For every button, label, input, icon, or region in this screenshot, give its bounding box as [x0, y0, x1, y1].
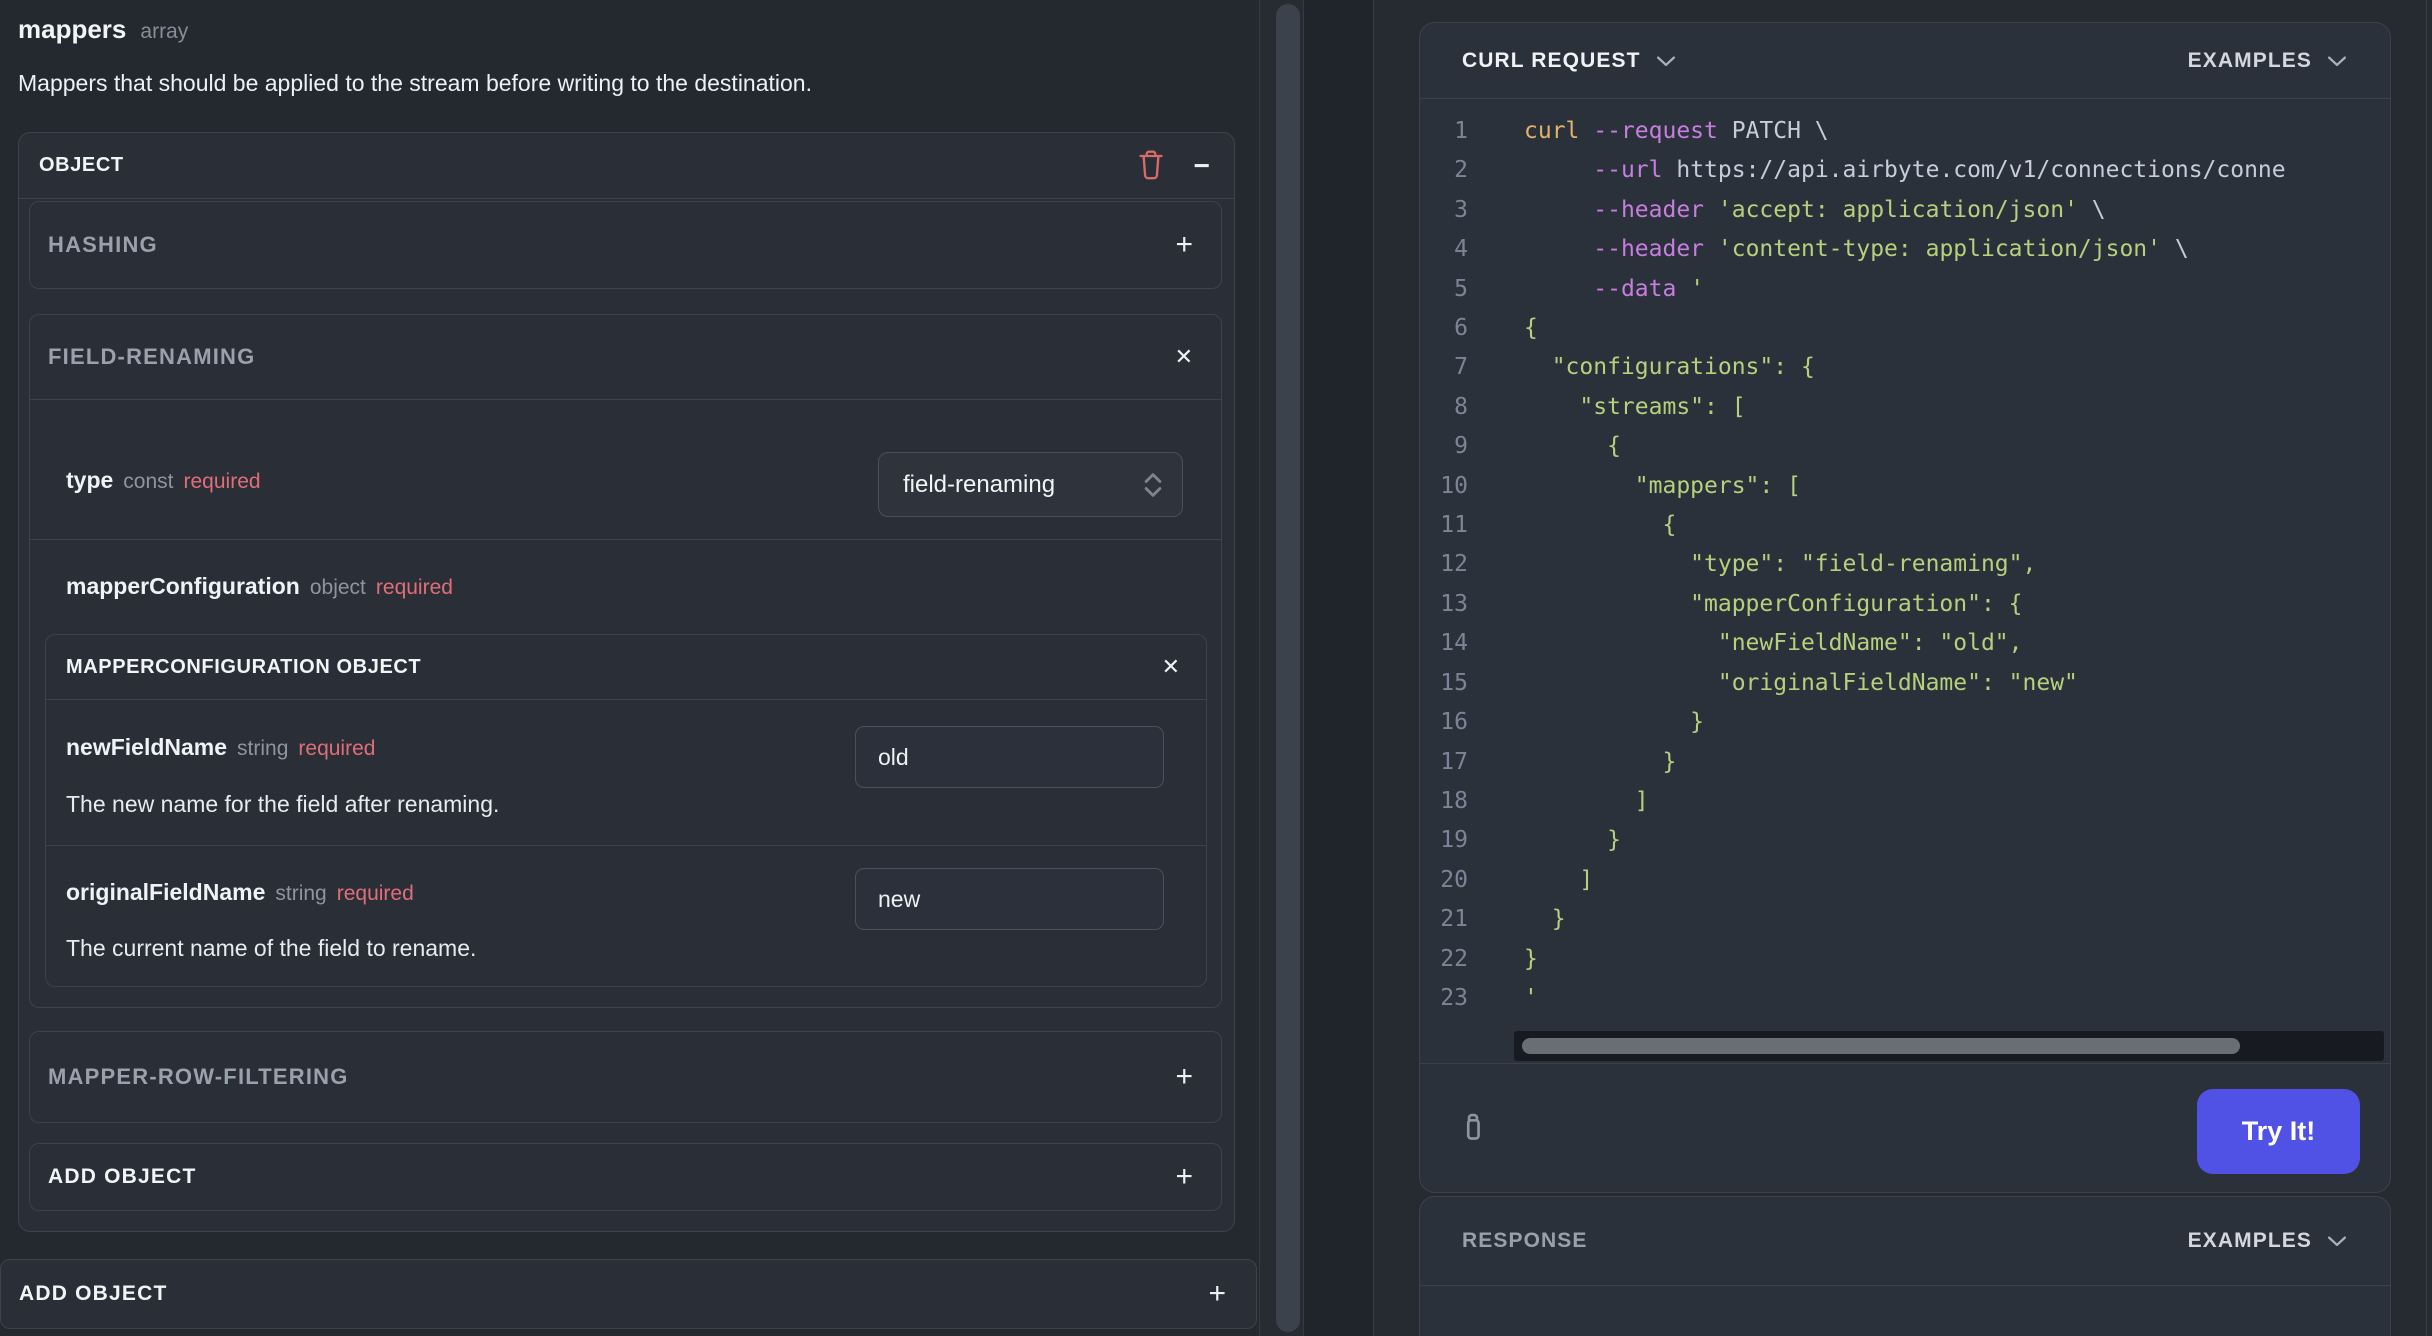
original-field-name-description: The current name of the field to rename. — [66, 935, 477, 961]
code-hscrollbar-track — [1514, 1031, 2384, 1061]
docs-column: mappers array Mappers that should be app… — [0, 0, 1260, 1336]
plus-icon: + — [1175, 1160, 1193, 1193]
divider — [30, 539, 1221, 540]
code-line: 14 "newFieldName": "old", — [1440, 630, 2023, 657]
select-stepper-icon — [1140, 470, 1166, 500]
copy-code-button[interactable] — [1454, 1110, 1492, 1148]
mapper-configuration-panel: MAPPERCONFIGURATION OBJECT ✕ newFieldNam… — [45, 634, 1207, 987]
field-renaming-header: FIELD-RENAMING ✕ — [30, 315, 1221, 400]
add-object-button-outer[interactable]: ADD OBJECT + — [0, 1259, 1257, 1329]
section-hashing-title: HASHING — [48, 232, 158, 257]
copy-icon — [1454, 1113, 1492, 1151]
code-line: 20 ] — [1440, 866, 1594, 893]
code-line: 2 --url https://api.airbyte.com/v1/conne… — [1454, 157, 2286, 184]
mapper-configuration-label: mapperConfiguration object required — [66, 573, 453, 599]
property-heading: mappers array — [18, 14, 188, 45]
code-line: 3 --header 'accept: application/json' \ — [1454, 196, 2106, 223]
code-line: 11 { — [1440, 512, 1677, 539]
property-description: Mappers that should be applied to the st… — [18, 70, 812, 96]
new-field-name-label: newFieldName string required — [66, 734, 376, 760]
code-line: 5 --data ' — [1454, 275, 1705, 302]
code-line: 19 } — [1440, 827, 1621, 854]
minus-icon: − — [1193, 149, 1210, 181]
code-line: 10 "mappers": [ — [1440, 472, 1801, 499]
plus-icon[interactable]: + — [1175, 1062, 1193, 1092]
field-renaming-title: FIELD-RENAMING — [48, 344, 256, 369]
code-line: 21 } — [1440, 906, 1566, 933]
add-object-button-inner[interactable]: ADD OBJECT + — [29, 1143, 1222, 1211]
type-select-value: field-renaming — [903, 470, 1056, 498]
type-select[interactable]: field-renaming — [878, 452, 1183, 517]
curl-code-block: 1 curl --request PATCH \ 2 --url https://a… — [1420, 100, 2390, 1031]
response-panel: RESPONSE EXAMPLES — [1419, 1196, 2391, 1336]
response-header: RESPONSE EXAMPLES — [1420, 1197, 2390, 1286]
code-line: 7 "configurations": { — [1454, 354, 1815, 381]
curl-request-header: CURL REQUEST EXAMPLES — [1420, 23, 2390, 99]
close-icon[interactable]: ✕ — [1175, 346, 1193, 368]
code-line: 1 curl --request PATCH \ — [1454, 118, 1829, 144]
section-mapper-row-filtering[interactable]: MAPPER-ROW-FILTERING + — [29, 1031, 1222, 1123]
property-name: mappers — [18, 14, 127, 44]
api-examples-column: CURL REQUEST EXAMPLES 1 curl --request PA… — [1373, 0, 2427, 1336]
code-line: 8 "streams": [ — [1454, 393, 1746, 420]
object-panel: OBJECT − HASHING + FIELD-RENAMING ✕ type… — [18, 132, 1235, 1232]
code-lines: 1 curl --request PATCH \ 2 --url https://a… — [1420, 112, 2390, 1018]
page-scrollbar-track — [1260, 0, 1304, 1336]
curl-request-panel: CURL REQUEST EXAMPLES 1 curl --request PA… — [1419, 22, 2391, 1193]
response-examples-dropdown[interactable]: EXAMPLES — [2188, 1229, 2346, 1253]
delete-object-button[interactable] — [1136, 148, 1166, 183]
collapse-object-button[interactable]: − — [1193, 149, 1210, 181]
divider — [46, 845, 1206, 846]
trash-icon — [1136, 148, 1166, 183]
code-line: 15 "originalFieldName": "new" — [1440, 669, 2078, 696]
original-field-name-label: originalFieldName string required — [66, 879, 414, 905]
chevron-down-icon — [2328, 55, 2346, 67]
mapper-row-filtering-title: MAPPER-ROW-FILTERING — [48, 1064, 349, 1089]
section-hashing[interactable]: HASHING + — [29, 201, 1222, 289]
type-field-label: type const required — [66, 467, 261, 493]
mapper-configuration-header: MAPPERCONFIGURATION OBJECT ✕ — [46, 635, 1206, 700]
add-object-label: ADD OBJECT — [48, 1165, 197, 1188]
examples-label: EXAMPLES — [2187, 48, 2312, 72]
object-panel-header: OBJECT − — [19, 133, 1234, 199]
close-icon[interactable]: ✕ — [1162, 656, 1180, 678]
new-field-name-description: The new name for the field after renamin… — [66, 791, 500, 817]
plus-icon[interactable]: + — [1175, 230, 1193, 260]
chevron-down-icon[interactable] — [1656, 55, 1675, 67]
code-line: 4 --header 'content-type: application/js… — [1454, 236, 2189, 263]
curl-examples-dropdown[interactable]: EXAMPLES — [2188, 49, 2346, 73]
code-hscrollbar-thumb[interactable] — [1522, 1038, 2240, 1054]
chevron-down-icon — [2328, 1235, 2346, 1247]
object-panel-title: OBJECT — [39, 154, 124, 176]
code-line: 6{ — [1454, 315, 1538, 342]
code-line: 18 ] — [1440, 787, 1649, 814]
code-line: 13 "mapperConfiguration": { — [1440, 590, 2023, 617]
new-field-name-input[interactable]: old — [855, 726, 1164, 788]
examples-label: EXAMPLES — [2187, 1229, 2312, 1252]
curl-request-title: CURL REQUEST — [1462, 48, 1641, 72]
code-line: 16 } — [1440, 709, 1705, 736]
response-title: RESPONSE — [1462, 1229, 1588, 1252]
original-field-name-input[interactable]: new — [855, 868, 1164, 930]
window-scrollbar-edge[interactable] — [2426, 0, 2432, 1336]
curl-footer: Try It! — [1420, 1063, 2390, 1194]
api-docs-page: mappers array Mappers that should be app… — [0, 0, 2432, 1336]
section-field-renaming: FIELD-RENAMING ✕ type const required fie… — [29, 314, 1222, 1008]
try-it-button[interactable]: Try It! — [2197, 1089, 2360, 1174]
plus-icon: + — [1208, 1277, 1226, 1310]
code-line: 17 } — [1440, 748, 1677, 775]
code-line: 12 "type": "field-renaming", — [1440, 551, 2037, 578]
code-line: 22} — [1440, 945, 1538, 972]
code-line: 23 ' — [1440, 984, 1538, 1011]
code-line: 9 { — [1454, 433, 1621, 460]
mapper-configuration-title: MAPPERCONFIGURATION OBJECT — [66, 655, 422, 678]
page-scrollbar-thumb[interactable] — [1276, 4, 1300, 1332]
property-type: array — [140, 20, 189, 43]
add-object-label: ADD OBJECT — [19, 1282, 168, 1305]
